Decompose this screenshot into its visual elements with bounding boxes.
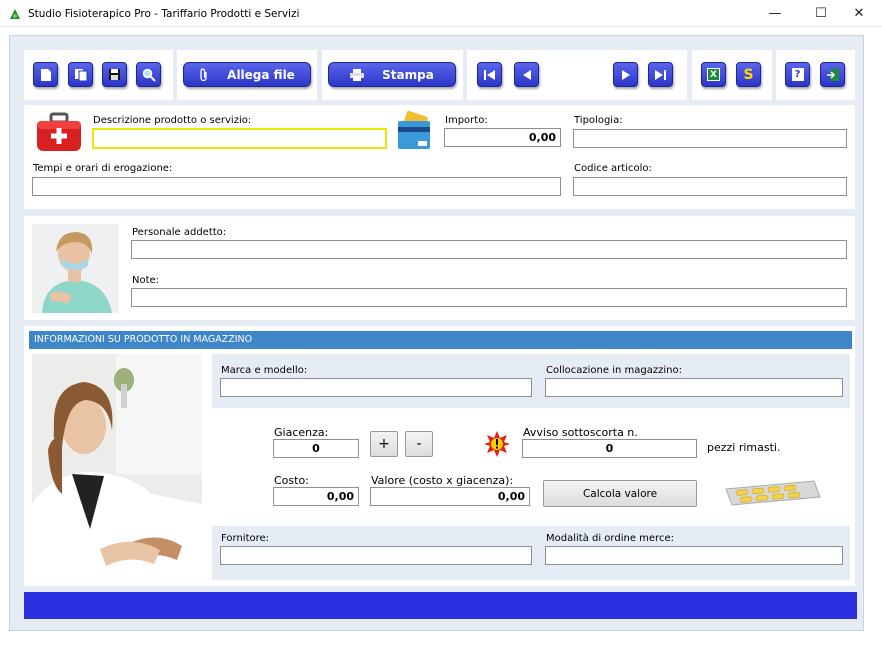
last-record-button[interactable] [648,62,673,87]
print-button[interactable]: Stampa [328,62,456,87]
order-mode-label: Modalità di ordine merce: [546,533,674,544]
type-label: Tipologia: [574,115,623,126]
calculate-value-button[interactable]: Calcola valore [543,480,697,507]
app-icon [10,9,20,19]
pill-blister-icon [725,480,821,506]
stock-label: Giacenza: [274,426,329,439]
cost-label: Costo: [274,474,309,487]
alert-burst-icon [484,431,510,457]
personnel-label: Personale addetto: [132,227,227,238]
exit-door-icon [826,68,839,81]
window-title: Studio Fisioterapico Pro - Tariffario Pr… [28,8,300,20]
location-input[interactable] [545,378,843,397]
increase-stock-button[interactable]: + [370,431,398,457]
code-input[interactable] [573,177,847,196]
nurse-photo [32,224,119,313]
toolbar-file-group [24,50,173,100]
exit-button[interactable] [820,62,845,87]
order-mode-input[interactable] [545,546,843,565]
description-label: Descrizione prodotto o servizio: [93,115,252,126]
first-aid-kit-icon [37,112,81,151]
close-button[interactable]: ✕ [836,0,882,27]
arrow-left-icon [522,69,531,80]
main-frame: Allega file Stampa X S ? Descrizione pro… [9,35,864,631]
type-input[interactable] [573,129,847,148]
floppy-disk-icon [109,69,120,80]
warehouse-section-title: INFORMAZIONI SU PRODOTTO IN MAGAZZINO [29,331,852,349]
next-record-button[interactable] [613,62,638,87]
s-button[interactable]: S [736,62,761,87]
help-icon: ? [791,68,804,81]
copy-icon [74,68,87,81]
search-button[interactable] [136,62,161,87]
supplier-label: Fornitore: [221,533,270,544]
new-document-icon [40,68,51,81]
previous-record-button[interactable] [514,62,539,87]
therapist-photo [32,354,202,581]
times-input[interactable] [32,177,561,196]
times-label: Tempi e orari di erogazione: [33,163,173,174]
toolbar-attach-group: Allega file [177,50,317,100]
location-label: Collocazione in magazzino: [546,365,682,376]
brand-location-box: Marca e modello: Collocazione in magazzi… [212,354,850,408]
notes-label: Note: [132,275,160,286]
toolbar-export-group: X S [692,50,772,100]
skip-first-icon [484,69,495,80]
title-bar: Studio Fisioterapico Pro - Tariffario Pr… [0,0,882,27]
magnifier-icon [142,68,156,82]
help-button[interactable]: ? [785,62,810,87]
toolbar-help-group: ? [776,50,855,100]
description-input[interactable] [92,128,387,149]
toolbar-print-group: Stampa [322,50,463,100]
attach-file-label: Allega file [227,67,295,82]
brand-label: Marca e modello: [221,365,308,376]
personnel-input[interactable] [131,240,847,259]
alert-label: Avviso sottoscorta n. [523,426,638,439]
supplier-input[interactable] [220,546,532,565]
alert-threshold-input[interactable]: 0 [522,439,697,458]
printer-icon [350,68,365,81]
stock-box: Giacenza: 0 + - Avviso sottoscorta n. 0 … [222,410,841,525]
supplier-order-box: Fornitore: Modalità di ordine merce: [212,526,850,580]
stock-input[interactable]: 0 [273,439,359,458]
staff-panel: Personale addetto: Note: [24,216,855,320]
new-button[interactable] [33,62,58,87]
save-button[interactable] [102,62,127,87]
cost-input[interactable]: 0,00 [273,487,359,506]
print-label: Stampa [382,67,434,82]
amount-label: Importo: [445,115,488,126]
attach-file-button[interactable]: Allega file [183,62,311,87]
skip-last-icon [655,69,666,80]
excel-icon: X [707,68,720,81]
excel-export-button[interactable]: X [701,62,726,87]
value-label: Valore (costo x giacenza): [371,474,514,487]
alert-suffix-label: pezzi rimasti. [707,441,781,454]
minimize-button[interactable]: — [752,0,798,27]
paperclip-icon [200,68,207,81]
product-panel: Descrizione prodotto o servizio: Importo… [24,105,855,209]
notes-input[interactable] [131,288,847,307]
amount-input[interactable]: 0,00 [444,128,561,147]
s-letter-icon: S [743,66,754,83]
decrease-stock-button[interactable]: - [405,431,433,457]
credit-cards-icon [398,111,430,149]
toolbar-navigation-group [467,50,687,100]
arrow-right-icon [621,69,630,80]
value-input[interactable]: 0,00 [370,487,530,506]
brand-input[interactable] [220,378,532,397]
status-bar [24,592,857,619]
code-label: Codice articolo: [574,163,652,174]
copy-button[interactable] [68,62,93,87]
first-record-button[interactable] [477,62,502,87]
